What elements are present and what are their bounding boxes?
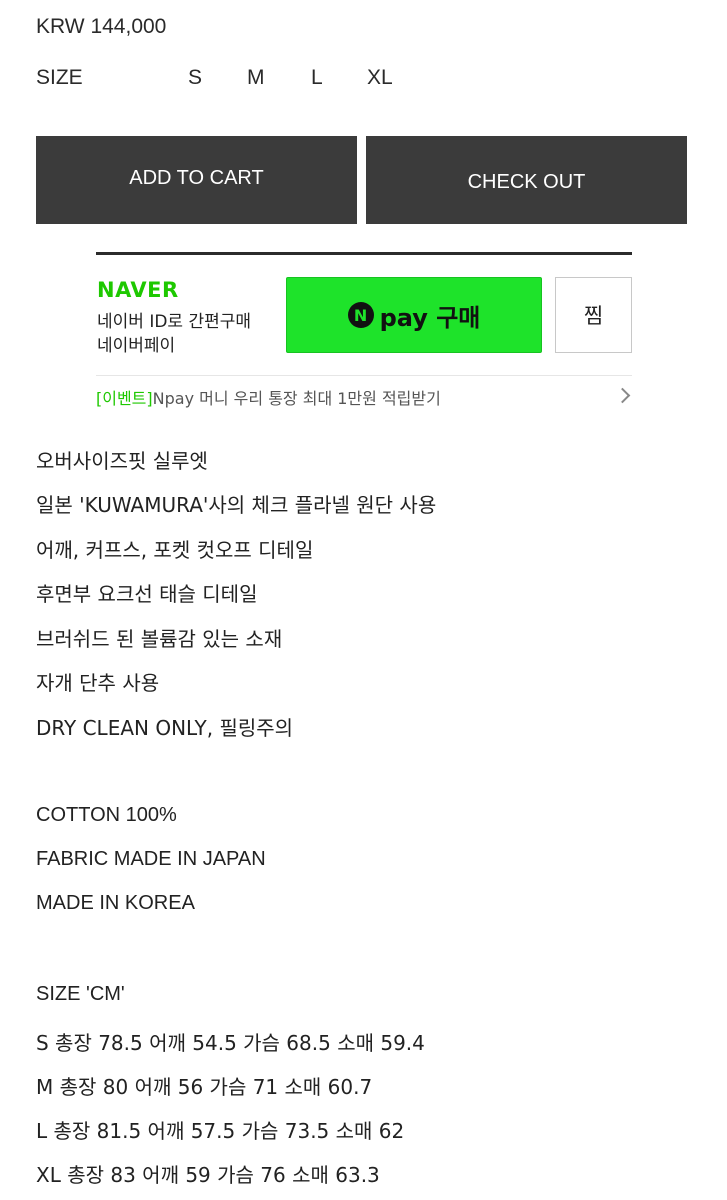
size-option-m[interactable]: M (247, 66, 265, 90)
feature-line: 자개 단추 사용 (36, 671, 160, 695)
wishlist-button[interactable]: 찜 (555, 277, 632, 353)
event-tag: [이벤트] (96, 389, 153, 408)
naver-widget-divider (96, 252, 632, 255)
feature-line: 후면부 요크선 태슬 디테일 (36, 582, 258, 606)
size-chart-row: S 총장 78.5 어깨 54.5 가슴 68.5 소매 59.4 (36, 1031, 425, 1055)
npay-buy-button[interactable]: N pay 구매 (286, 277, 542, 353)
feature-line: DRY CLEAN ONLY, 필링주의 (36, 716, 294, 740)
feature-line: 어깨, 커프스, 포켓 컷오프 디테일 (36, 538, 314, 562)
npay-n-icon: N (347, 302, 374, 328)
event-text: Npay 머니 우리 통장 최대 1만원 적립받기 (152, 389, 441, 408)
feature-line: 오버사이즈핏 실루엣 (36, 449, 208, 473)
size-option-s[interactable]: S (188, 66, 202, 90)
naver-pay-widget: NAVER 네이버 ID로 간편구매 네이버페이 N pay 구매 찜 [이벤트… (96, 252, 632, 417)
product-price: KRW 144,000 (36, 15, 167, 38)
add-to-cart-label: ADD TO CART (129, 166, 264, 189)
size-selector: SIZE S M L XL (36, 66, 456, 96)
size-chart-row: L 총장 81.5 어깨 57.5 가슴 73.5 소매 62 (36, 1119, 405, 1143)
size-chart-row: XL 총장 83 어깨 59 가슴 76 소매 63.3 (36, 1163, 380, 1187)
feature-line: 브러쉬드 된 볼륨감 있는 소재 (36, 627, 283, 651)
product-detail-page: KRW 144,000 SIZE S M L XL ADD TO CART CH… (0, 0, 727, 1200)
size-label: SIZE (36, 66, 83, 89)
size-option-l[interactable]: L (311, 66, 323, 90)
size-option-xl[interactable]: XL (367, 66, 393, 90)
chevron-right-icon (614, 387, 631, 404)
wishlist-label: 찜 (583, 304, 604, 328)
check-out-button[interactable]: CHECK OUT (366, 136, 687, 224)
size-chart-title: SIZE 'CM' (36, 983, 125, 1005)
add-to-cart-button[interactable]: ADD TO CART (36, 136, 357, 224)
naver-pay-text: 네이버페이 (97, 336, 176, 356)
check-out-label: CHECK OUT (467, 170, 586, 193)
material-line: COTTON 100% (36, 804, 177, 826)
npay-event-link[interactable]: [이벤트]Npay 머니 우리 통장 최대 1만원 적립받기 (96, 385, 632, 413)
npay-buy-label: pay 구매 (379, 303, 481, 332)
size-chart-row: M 총장 80 어깨 56 가슴 71 소매 60.7 (36, 1075, 373, 1099)
naver-easy-buy-text: 네이버 ID로 간편구매 (97, 312, 252, 332)
material-line: MADE IN KOREA (36, 892, 195, 914)
feature-line: 일본 'KUWAMURA'사의 체크 플라넬 원단 사용 (36, 493, 437, 517)
naver-logo: NAVER (97, 278, 179, 302)
material-line: FABRIC MADE IN JAPAN (36, 848, 266, 870)
naver-event-divider (96, 375, 632, 376)
